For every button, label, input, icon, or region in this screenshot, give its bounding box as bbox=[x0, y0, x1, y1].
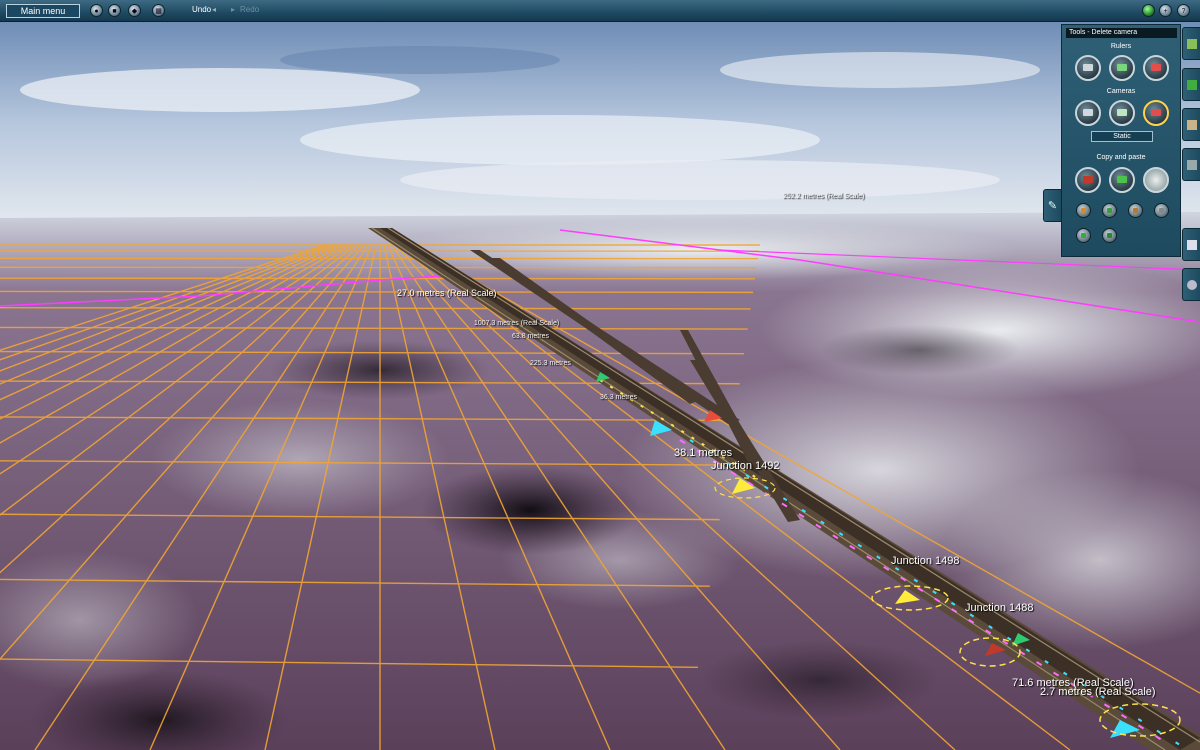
redo-button: Redo bbox=[240, 5, 260, 14]
panel-title: Tools - Delete camera bbox=[1066, 28, 1177, 38]
measurement-label: 1007.3 metres (Real Scale) bbox=[474, 320, 560, 327]
track-filter-button[interactable] bbox=[1076, 228, 1091, 243]
camera-icon bbox=[1083, 109, 1093, 116]
help-icon[interactable]: ? bbox=[1177, 4, 1190, 17]
delete-icon bbox=[1151, 109, 1161, 116]
junction-label: Junction 1488 bbox=[965, 602, 1034, 614]
terrain-scene bbox=[0, 22, 1200, 750]
undo-arrow-icon[interactable]: ◂ bbox=[212, 5, 216, 14]
terrain-tool-button[interactable] bbox=[1154, 203, 1169, 218]
grid-line bbox=[0, 290, 754, 294]
track-icon bbox=[1187, 160, 1197, 170]
compass-icon[interactable] bbox=[1143, 167, 1169, 193]
junction-label: Junction 1492 bbox=[711, 460, 780, 472]
measurement-label: 63.8 metres bbox=[512, 333, 549, 340]
terrain-icon bbox=[1159, 208, 1164, 213]
tab-paint[interactable] bbox=[1182, 68, 1200, 101]
ruler-icon bbox=[1117, 64, 1127, 71]
layers-icon bbox=[1187, 240, 1197, 250]
rulers-heading: Rulers bbox=[1110, 43, 1132, 50]
paint-icon bbox=[1081, 208, 1086, 213]
paint-tool-button[interactable] bbox=[1076, 203, 1091, 218]
top-toolbar: Main menu ● ■ ◆ ▦ Undo ◂ ▸ Redo + ? bbox=[0, 0, 1200, 22]
ruler-add-button[interactable] bbox=[1075, 55, 1101, 81]
spline-filter-button[interactable] bbox=[1102, 228, 1117, 243]
camera-mode-select[interactable]: Static bbox=[1091, 131, 1153, 142]
track-icon bbox=[1107, 208, 1112, 213]
object-tool-button[interactable] bbox=[1128, 203, 1143, 218]
3d-viewport[interactable]: 38.1 metres Junction 1492 Junction 1498 … bbox=[0, 22, 1200, 750]
measurement-label: 27.0 metres (Real Scale) bbox=[397, 288, 497, 298]
copy-button[interactable] bbox=[1075, 167, 1101, 193]
camera-move-button[interactable] bbox=[1109, 100, 1135, 126]
ruler-icon bbox=[1083, 64, 1093, 71]
camera-add-button[interactable] bbox=[1075, 100, 1101, 126]
camera-icon bbox=[1117, 109, 1127, 116]
paint-icon bbox=[1187, 80, 1197, 90]
paste-icon bbox=[1117, 176, 1127, 183]
eye-icon bbox=[1187, 280, 1197, 290]
gear-icon[interactable]: ● bbox=[90, 4, 103, 17]
object-icon bbox=[1107, 233, 1112, 238]
object-icon bbox=[1187, 120, 1197, 130]
measurement-label: 2.7 metres (Real Scale) bbox=[1040, 686, 1156, 698]
object-icon bbox=[1133, 208, 1138, 213]
stop-icon[interactable]: ■ bbox=[108, 4, 121, 17]
tab-layers[interactable] bbox=[1182, 228, 1200, 261]
track-tool-button[interactable] bbox=[1102, 203, 1117, 218]
copy-icon bbox=[1083, 176, 1093, 183]
copy-paste-heading: Copy and paste bbox=[1096, 154, 1146, 161]
tab-terrain[interactable] bbox=[1182, 27, 1200, 60]
junction-label: Junction 1498 bbox=[891, 555, 960, 567]
grid-line bbox=[0, 277, 756, 280]
tab-track[interactable] bbox=[1182, 148, 1200, 181]
measurement-label: 36.3 metres bbox=[600, 394, 637, 401]
ruler-move-button[interactable] bbox=[1109, 55, 1135, 81]
measurement-label: 225.3 metres bbox=[530, 360, 571, 367]
wrench-icon[interactable]: ✎ bbox=[1043, 189, 1061, 222]
tab-view[interactable] bbox=[1182, 268, 1200, 301]
undo-button[interactable]: Undo bbox=[192, 5, 211, 14]
measurement-label: 38.1 metres bbox=[674, 447, 733, 459]
nav-icon[interactable]: ◆ bbox=[128, 4, 141, 17]
main-menu-button[interactable]: Main menu bbox=[6, 4, 80, 18]
delete-icon bbox=[1151, 64, 1161, 71]
tab-objects[interactable] bbox=[1182, 108, 1200, 141]
measurement-label: 252.2 metres (Real Scale) bbox=[783, 193, 865, 200]
cameras-heading: Cameras bbox=[1106, 88, 1136, 95]
tools-panel: Tools - Delete camera Rulers Cameras Sta… bbox=[1061, 24, 1181, 257]
track-icon bbox=[1081, 233, 1086, 238]
paste-button[interactable] bbox=[1109, 167, 1135, 193]
green-indicator-icon[interactable] bbox=[1142, 4, 1155, 17]
redo-arrow-icon: ▸ bbox=[231, 5, 236, 14]
grid-icon[interactable]: ▦ bbox=[152, 4, 165, 17]
ruler-delete-button[interactable] bbox=[1143, 55, 1169, 81]
terrain-icon bbox=[1187, 39, 1197, 49]
camera-delete-button[interactable] bbox=[1143, 100, 1169, 126]
plus-icon[interactable]: + bbox=[1159, 4, 1172, 17]
